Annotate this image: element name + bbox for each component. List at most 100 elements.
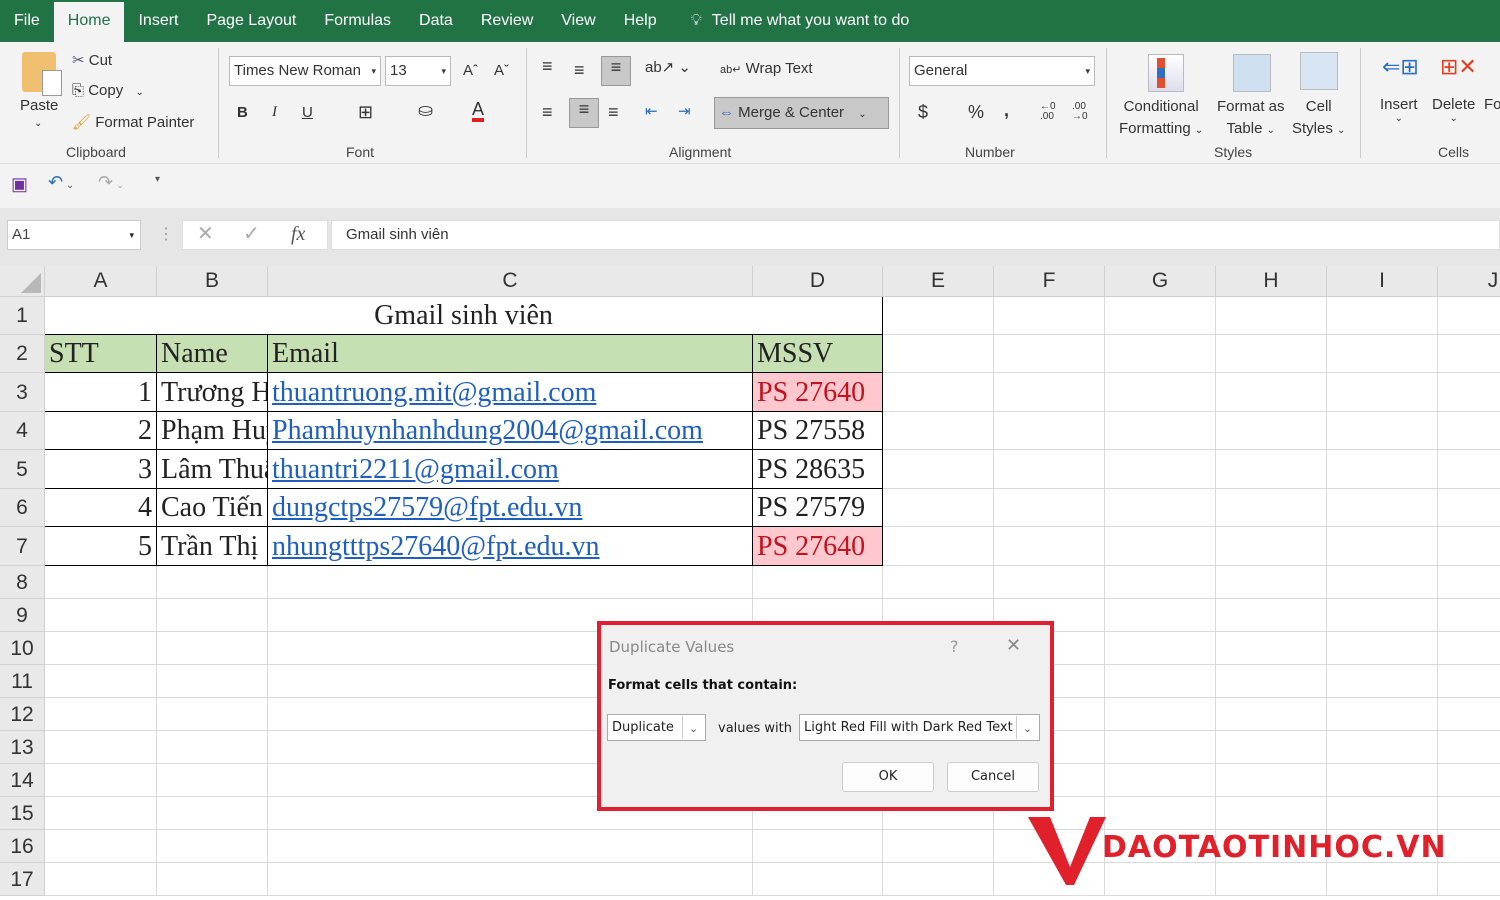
cell[interactable] bbox=[1105, 566, 1216, 599]
cell[interactable] bbox=[157, 632, 268, 665]
insert-button[interactable]: Insert ⌄ bbox=[1380, 96, 1418, 124]
cell[interactable] bbox=[1327, 373, 1438, 412]
cell[interactable] bbox=[1327, 335, 1438, 373]
row-header-6[interactable]: 6 bbox=[0, 489, 45, 527]
cell[interactable] bbox=[268, 566, 753, 599]
cell[interactable] bbox=[1216, 863, 1327, 896]
name-cell[interactable]: Phạm Huy bbox=[157, 412, 268, 450]
cell[interactable] bbox=[994, 527, 1105, 566]
cell[interactable] bbox=[1216, 450, 1327, 489]
delete-cells-icon[interactable]: ⊞✕ bbox=[1440, 54, 1477, 80]
cell[interactable] bbox=[45, 731, 157, 764]
row-header-10[interactable]: 10 bbox=[0, 632, 45, 665]
cell[interactable] bbox=[883, 373, 994, 412]
font-size-select[interactable]: 13 ▾ bbox=[385, 56, 451, 86]
cell[interactable] bbox=[1216, 412, 1327, 450]
tab-view[interactable]: View bbox=[547, 0, 609, 42]
cell[interactable] bbox=[1105, 297, 1216, 335]
cell-styles-icon[interactable] bbox=[1300, 52, 1338, 90]
header-cell-email[interactable]: Email bbox=[268, 335, 753, 373]
cell[interactable] bbox=[157, 731, 268, 764]
wrap-text-button[interactable]: ab↵ Wrap Text bbox=[720, 60, 813, 77]
cell[interactable] bbox=[1438, 764, 1500, 797]
currency-button[interactable]: $ bbox=[918, 102, 928, 123]
row-header-9[interactable]: 9 bbox=[0, 599, 45, 632]
cell[interactable] bbox=[883, 489, 994, 527]
select-all-corner[interactable] bbox=[0, 266, 45, 297]
column-header-B[interactable]: B bbox=[157, 266, 268, 297]
name-cell[interactable]: Cao Tiến bbox=[157, 489, 268, 527]
formula-input[interactable]: Gmail sinh viên bbox=[331, 220, 1500, 250]
cell[interactable] bbox=[1327, 764, 1438, 797]
cell[interactable] bbox=[1438, 527, 1500, 566]
italic-button[interactable]: I bbox=[272, 104, 277, 121]
chevron-down-icon[interactable]: ⌄ bbox=[34, 118, 42, 129]
cell[interactable] bbox=[45, 764, 157, 797]
cell[interactable] bbox=[45, 863, 157, 896]
cell[interactable] bbox=[1105, 632, 1216, 665]
decrease-indent-icon[interactable]: ⇤ bbox=[645, 102, 658, 120]
cell[interactable] bbox=[1438, 450, 1500, 489]
cell[interactable] bbox=[1216, 297, 1327, 335]
cell[interactable] bbox=[753, 863, 883, 896]
save-icon[interactable]: ▣ bbox=[11, 174, 28, 195]
cell[interactable] bbox=[1216, 797, 1327, 830]
align-middle-icon[interactable]: ≡ bbox=[574, 60, 585, 81]
cell[interactable] bbox=[157, 698, 268, 731]
delete-button[interactable]: Delete ⌄ bbox=[1432, 96, 1475, 124]
cell[interactable] bbox=[1327, 450, 1438, 489]
row-header-7[interactable]: 7 bbox=[0, 527, 45, 566]
cell[interactable] bbox=[45, 698, 157, 731]
cell[interactable] bbox=[157, 863, 268, 896]
align-top-icon[interactable]: ≡ bbox=[542, 56, 553, 77]
cell[interactable] bbox=[1438, 830, 1500, 863]
cell[interactable] bbox=[1327, 665, 1438, 698]
cell[interactable] bbox=[1327, 412, 1438, 450]
cell[interactable] bbox=[994, 489, 1105, 527]
duplicate-type-select[interactable]: Duplicate ⌄ bbox=[607, 714, 706, 741]
font-color-icon[interactable]: A bbox=[472, 100, 485, 122]
column-header-G[interactable]: G bbox=[1105, 266, 1216, 297]
paste-icon[interactable] bbox=[22, 52, 62, 96]
tell-me-search[interactable]: 💡︎ Tell me what you want to do bbox=[691, 12, 910, 30]
cell[interactable] bbox=[1105, 527, 1216, 566]
format-as-table-button[interactable]: Format as Table ⌄ bbox=[1217, 96, 1285, 142]
stt-cell[interactable]: 4 bbox=[45, 489, 157, 527]
tab-file[interactable]: File bbox=[0, 0, 54, 42]
column-header-J[interactable]: J bbox=[1438, 266, 1500, 297]
cell[interactable] bbox=[1327, 566, 1438, 599]
cell[interactable] bbox=[1105, 731, 1216, 764]
cell[interactable] bbox=[1105, 665, 1216, 698]
decrease-font-icon[interactable]: Aˇ bbox=[494, 62, 509, 79]
cell[interactable] bbox=[157, 764, 268, 797]
cell[interactable] bbox=[1327, 632, 1438, 665]
row-header-3[interactable]: 3 bbox=[0, 373, 45, 412]
cell[interactable] bbox=[883, 527, 994, 566]
cell[interactable] bbox=[1438, 698, 1500, 731]
cell[interactable] bbox=[1327, 489, 1438, 527]
cut-button[interactable]: ✂ Cut bbox=[72, 51, 112, 69]
row-header-11[interactable]: 11 bbox=[0, 665, 45, 698]
row-header-17[interactable]: 17 bbox=[0, 863, 45, 896]
insert-cells-icon[interactable]: ⇐⊞ bbox=[1382, 54, 1419, 80]
cell[interactable] bbox=[1327, 297, 1438, 335]
font-name-select[interactable]: Times New Roman ▾ bbox=[229, 56, 381, 86]
cell[interactable] bbox=[994, 450, 1105, 489]
cell[interactable] bbox=[994, 297, 1105, 335]
cell[interactable] bbox=[1438, 335, 1500, 373]
row-header-15[interactable]: 15 bbox=[0, 797, 45, 830]
cell[interactable] bbox=[883, 335, 994, 373]
cell[interactable] bbox=[1216, 599, 1327, 632]
sheet-title-cell[interactable]: Gmail sinh viên bbox=[45, 297, 883, 335]
cell[interactable] bbox=[1438, 731, 1500, 764]
cell[interactable] bbox=[1216, 566, 1327, 599]
stt-cell[interactable]: 3 bbox=[45, 450, 157, 489]
name-cell[interactable]: Trương Hoài bbox=[157, 373, 268, 412]
format-painter-button[interactable]: 🖌 Format Painter bbox=[72, 113, 194, 131]
underline-button[interactable]: U bbox=[302, 104, 313, 121]
cell[interactable] bbox=[883, 412, 994, 450]
cell[interactable] bbox=[883, 450, 994, 489]
cell[interactable] bbox=[1216, 764, 1327, 797]
mssv-cell[interactable]: PS 28635 bbox=[753, 450, 883, 489]
cell[interactable] bbox=[1216, 489, 1327, 527]
